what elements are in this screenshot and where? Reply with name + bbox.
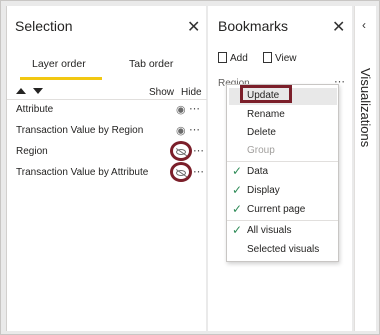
tab-layer-order[interactable]: Layer order (32, 58, 86, 70)
check-icon: ✓ (232, 164, 243, 178)
selection-pane: Selection ✕ Layer order Tab order Show H… (6, 6, 207, 331)
move-up-icon[interactable] (16, 88, 26, 94)
view-icon (263, 52, 272, 63)
view-label: View (275, 53, 297, 64)
bookmarks-title: Bookmarks (218, 18, 289, 34)
tab-tab-order[interactable]: Tab order (129, 58, 173, 70)
add-bookmark-button[interactable]: Add (218, 52, 248, 64)
check-icon: ✓ (232, 223, 243, 237)
menu-divider (227, 220, 338, 221)
layer-item-region[interactable]: Region (16, 146, 48, 157)
layer-more-icon[interactable]: ⋯ (193, 165, 204, 178)
menu-item-data[interactable]: Data (247, 166, 268, 177)
layer-more-icon[interactable]: ⋯ (189, 102, 200, 115)
eye-visible-icon[interactable]: ◉ (176, 103, 186, 116)
selection-close-icon[interactable]: ✕ (187, 20, 200, 36)
divider (7, 99, 207, 100)
move-down-icon[interactable] (33, 88, 43, 94)
highlight-box (240, 85, 292, 103)
menu-item-rename[interactable]: Rename (247, 109, 285, 120)
menu-item-selected-visuals[interactable]: Selected visuals (247, 244, 319, 255)
selection-title: Selection (15, 18, 73, 34)
eye-visible-icon[interactable]: ◉ (176, 124, 186, 137)
bookmarks-close-icon[interactable]: ✕ (332, 20, 345, 36)
layer-more-icon[interactable]: ⋯ (193, 144, 204, 157)
active-tab-indicator (20, 77, 102, 80)
highlight-circle (170, 141, 192, 161)
menu-item-all-visuals[interactable]: All visuals (247, 225, 291, 236)
layer-more-icon[interactable]: ⋯ (189, 123, 200, 136)
layer-item-transaction-value-by-attribute[interactable]: Transaction Value by Attribute (16, 167, 148, 178)
expand-chevron-icon[interactable]: ‹ (362, 18, 366, 32)
menu-item-current-page[interactable]: Current page (247, 204, 305, 215)
check-icon: ✓ (232, 183, 243, 197)
view-button[interactable]: View (263, 52, 297, 64)
visualizations-label[interactable]: Visualizations (358, 68, 373, 147)
add-label: Add (230, 53, 248, 64)
visualizations-pane-collapsed[interactable] (354, 6, 376, 331)
menu-item-delete[interactable]: Delete (247, 127, 276, 138)
menu-divider (227, 161, 338, 162)
bookmark-context-menu: Update Rename Delete Group ✓ Data ✓ Disp… (226, 84, 339, 262)
bookmark-icon (218, 52, 227, 63)
layer-item-transaction-value-by-region[interactable]: Transaction Value by Region (16, 125, 143, 136)
check-icon: ✓ (232, 202, 243, 216)
menu-item-display[interactable]: Display (247, 185, 280, 196)
show-all-button[interactable]: Show (149, 87, 174, 98)
highlight-circle (170, 162, 192, 182)
hide-all-button[interactable]: Hide (181, 87, 202, 98)
menu-item-group: Group (247, 145, 275, 156)
layer-item-attribute[interactable]: Attribute (16, 104, 53, 115)
